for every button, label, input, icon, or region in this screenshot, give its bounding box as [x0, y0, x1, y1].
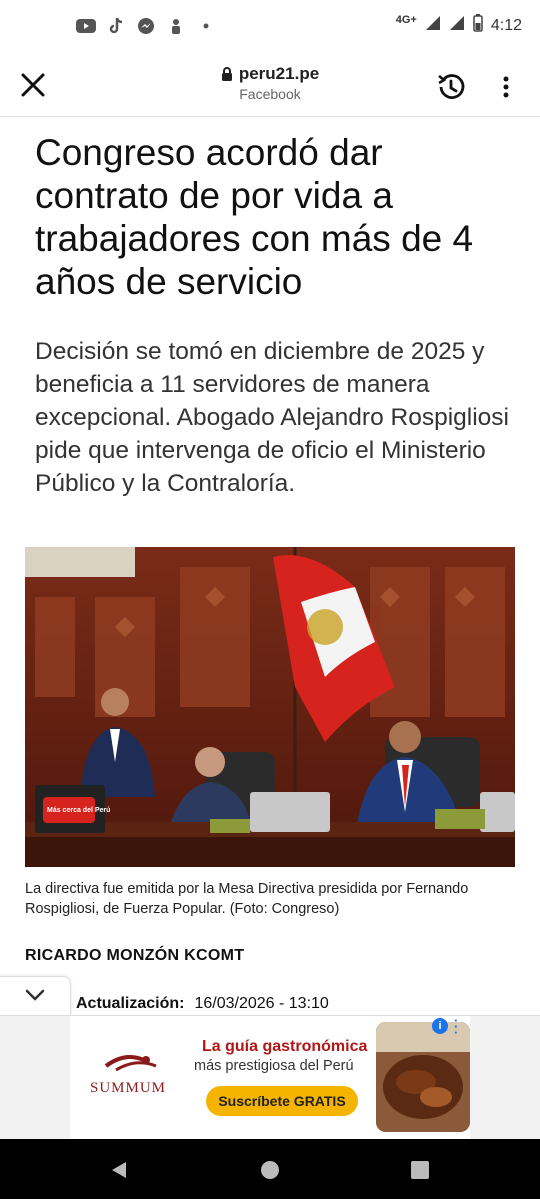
history-button[interactable] — [434, 70, 468, 104]
home-circle-icon — [261, 1161, 279, 1179]
status-bar: 4G+ 4:12 — [0, 0, 540, 52]
ad-info-icon[interactable]: i — [432, 1018, 448, 1034]
system-status: 4G+ 4:12 — [396, 14, 522, 37]
article-headline: Congreso acordó dar contrato de por vida… — [35, 132, 474, 302]
battery-icon — [473, 14, 483, 37]
chevron-down-icon — [25, 989, 45, 1001]
photo-sign-text: Más cerca del Perú — [47, 807, 110, 814]
back-button[interactable] — [108, 1159, 130, 1181]
more-options-button[interactable] — [496, 74, 516, 100]
ad-headline: La guía gastronómica — [202, 1038, 368, 1055]
hand-icon — [166, 16, 186, 36]
youtube-icon — [76, 16, 96, 36]
back-triangle-icon — [112, 1162, 126, 1178]
dot-icon — [196, 16, 216, 36]
lock-icon — [221, 67, 232, 81]
signal-icon — [425, 15, 441, 36]
article-deck: Decisión se tomó en diciembre de 2025 y … — [35, 338, 509, 497]
article-photo[interactable]: Más cerca del Perú — [25, 547, 515, 867]
updated-value: 16/03/2026 - 13:10 — [194, 995, 329, 1012]
notification-icons — [76, 16, 216, 36]
url-domain: peru21.pe — [238, 64, 320, 83]
history-icon — [438, 74, 465, 99]
photo-caption: La directiva fue emitida por la Mesa Dir… — [25, 881, 469, 917]
messenger-icon — [136, 16, 156, 36]
updated-label: Actualización: — [76, 995, 185, 1012]
ad-banner: SUMMUM La guía gastronómica más prestigi… — [0, 1014, 540, 1140]
tiktok-icon — [106, 16, 126, 36]
ad-collapse-button[interactable] — [0, 976, 71, 1016]
ad-subline: más prestigiosa del Perú — [194, 1058, 354, 1074]
recents-square-icon — [411, 1161, 429, 1179]
system-navigation-bar — [0, 1139, 540, 1199]
ad-creative[interactable]: SUMMUM La guía gastronómica más prestigi… — [70, 1014, 470, 1140]
browser-toolbar: peru21.pe Facebook — [0, 52, 540, 117]
clock: 4:12 — [490, 16, 522, 34]
ad-brand: SUMMUM — [90, 1080, 167, 1096]
congress-photo-illustration: Más cerca del Perú — [25, 547, 515, 867]
article: Congreso acordó dar contrato de por vida… — [0, 117, 540, 1017]
more-vert-icon — [503, 76, 509, 98]
article-author[interactable]: RICARDO MONZÓN KCOMT — [25, 947, 244, 965]
recents-button[interactable] — [409, 1159, 431, 1181]
network-type: 4G+ — [395, 13, 417, 26]
signal-icon-2 — [449, 15, 465, 36]
ad-options-icon[interactable]: · · · — [454, 1014, 458, 1039]
home-button[interactable] — [259, 1159, 281, 1181]
ad-subscribe-button[interactable]: Suscríbete GRATIS — [206, 1086, 358, 1116]
updated-timestamp: Actualización: 16/03/2026 - 13:10 — [76, 995, 329, 1013]
